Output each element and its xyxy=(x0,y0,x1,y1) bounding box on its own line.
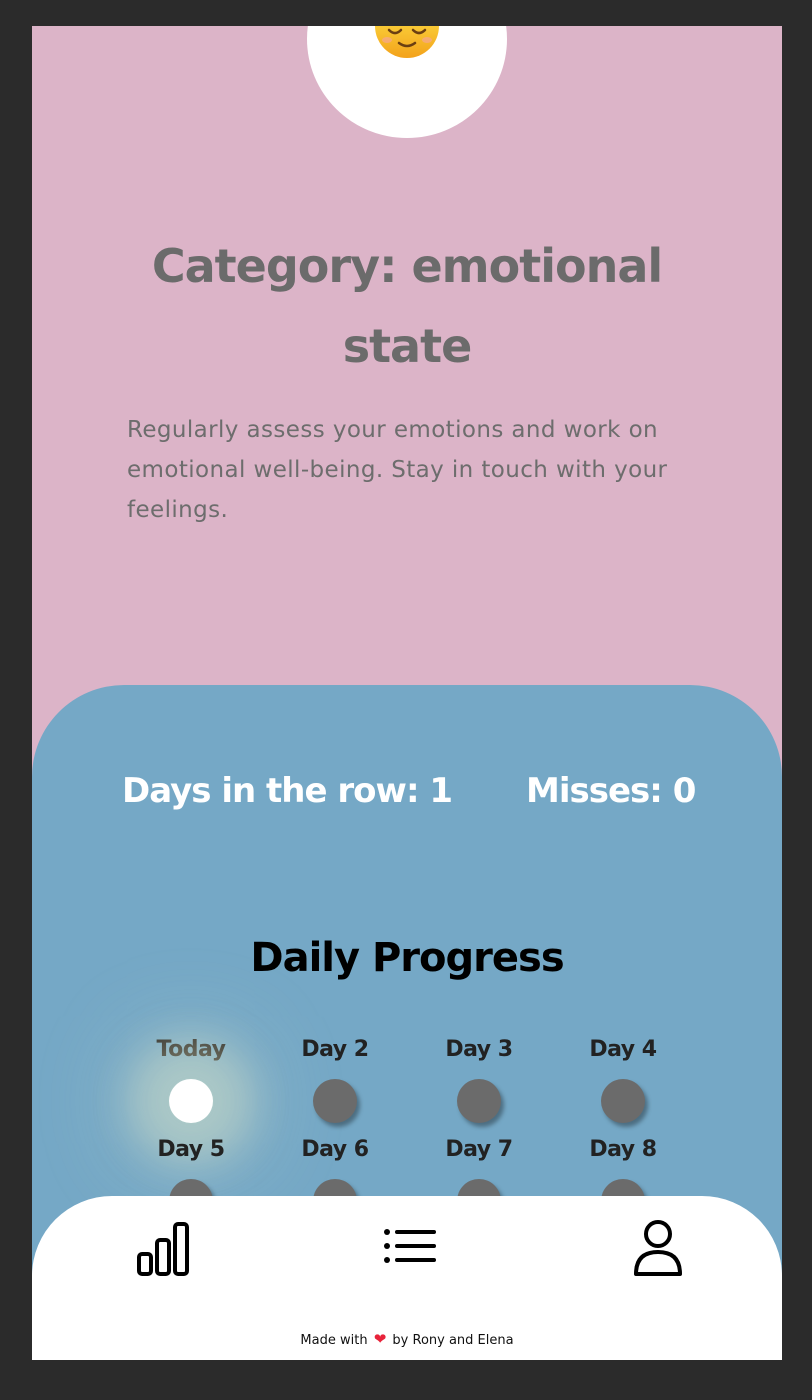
heart-icon: ❤ xyxy=(373,1330,387,1348)
misses-count: Misses: 0 xyxy=(526,771,696,811)
footer-suffix: by Rony and Elena xyxy=(392,1333,514,1348)
day-dot[interactable] xyxy=(313,1079,357,1123)
category-title: Category: emotional state xyxy=(151,239,663,373)
list-icon[interactable] xyxy=(380,1218,440,1278)
day-label: Day 2 xyxy=(301,1037,369,1062)
streak-count: Days in the row: 1 xyxy=(122,771,453,811)
app-screen: Category: emotional state Regularly asse… xyxy=(32,26,782,1360)
day-label: Day 6 xyxy=(301,1137,369,1162)
day-label: Day 8 xyxy=(589,1137,657,1162)
day-label: Day 4 xyxy=(589,1037,657,1062)
mood-emoji-badge xyxy=(307,26,507,138)
day-dot[interactable] xyxy=(601,1079,645,1123)
day-label: Today xyxy=(156,1037,226,1062)
day-cell-3[interactable]: Day 3 xyxy=(407,1037,551,1137)
progress-title: Daily Progress xyxy=(250,935,564,981)
bar-chart-icon[interactable] xyxy=(133,1218,193,1278)
relieved-face-icon xyxy=(375,26,439,58)
footer-credit: Made with ❤ by Rony and Elena xyxy=(32,1330,782,1348)
bottom-nav-bar: Made with ❤ by Rony and Elena xyxy=(32,1196,782,1360)
day-cell-2[interactable]: Day 2 xyxy=(263,1037,407,1137)
day-cell-4[interactable]: Day 4 xyxy=(551,1037,695,1137)
footer-prefix: Made with xyxy=(300,1333,368,1348)
day-dot[interactable] xyxy=(457,1079,501,1123)
day-label: Day 7 xyxy=(445,1137,513,1162)
day-label: Day 3 xyxy=(445,1037,513,1062)
day-label: Day 5 xyxy=(157,1137,225,1162)
profile-icon[interactable] xyxy=(628,1218,688,1278)
day-dot-completed[interactable] xyxy=(169,1079,213,1123)
day-cell-today[interactable]: Today xyxy=(119,1037,263,1137)
category-description: Regularly assess your emotions and work … xyxy=(127,417,668,523)
